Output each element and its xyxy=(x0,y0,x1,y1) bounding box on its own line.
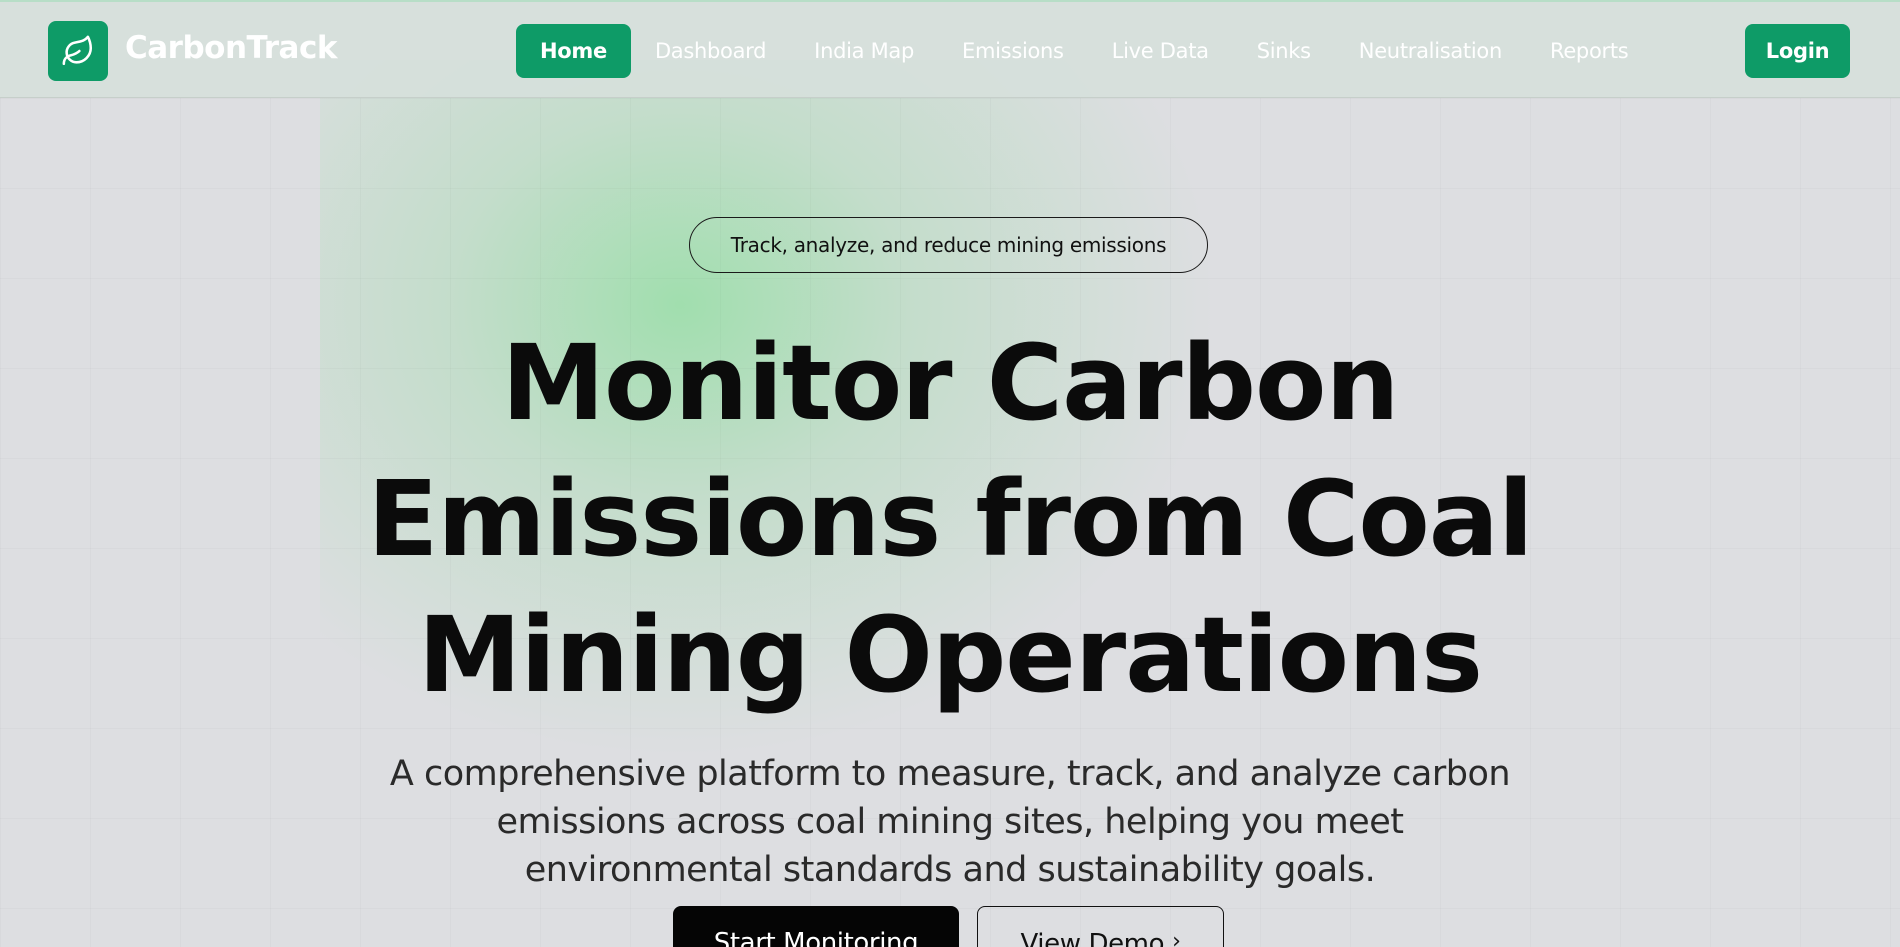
nav-item-neutralisation[interactable]: Neutralisation xyxy=(1335,24,1526,78)
nav-item-dashboard[interactable]: Dashboard xyxy=(631,24,790,78)
headline-line-2: Emissions from Coal xyxy=(367,458,1533,580)
view-demo-label: View Demo xyxy=(1020,929,1165,947)
logo[interactable] xyxy=(48,21,108,81)
chevron-right-icon: › xyxy=(1172,929,1181,947)
start-monitoring-button[interactable]: Start Monitoring xyxy=(673,906,959,947)
page-title: Monitor Carbon Emissions from Coal Minin… xyxy=(300,315,1600,723)
headline-line-3: Mining Operations xyxy=(417,594,1483,716)
start-monitoring-label: Start Monitoring xyxy=(713,928,919,947)
nav-item-india-map[interactable]: India Map xyxy=(790,24,938,78)
tagline-badge: Track, analyze, and reduce mining emissi… xyxy=(689,217,1208,273)
nav-links: Home Dashboard India Map Emissions Live … xyxy=(516,24,1652,78)
view-demo-button[interactable]: View Demo › xyxy=(977,906,1224,947)
nav-item-sinks[interactable]: Sinks xyxy=(1233,24,1335,78)
nav-item-home[interactable]: Home xyxy=(516,24,631,78)
brand-name[interactable]: CarbonTrack xyxy=(125,30,337,66)
login-button[interactable]: Login xyxy=(1745,24,1850,78)
nav-item-live-data[interactable]: Live Data xyxy=(1088,24,1233,78)
top-navbar: CarbonTrack Home Dashboard India Map Emi… xyxy=(0,0,1900,98)
nav-item-emissions[interactable]: Emissions xyxy=(938,24,1088,78)
leaf-icon xyxy=(62,35,93,66)
hero-description: A comprehensive platform to measure, tra… xyxy=(389,754,1511,890)
headline-line-1: Monitor Carbon xyxy=(501,322,1399,444)
nav-item-reports[interactable]: Reports xyxy=(1526,24,1652,78)
